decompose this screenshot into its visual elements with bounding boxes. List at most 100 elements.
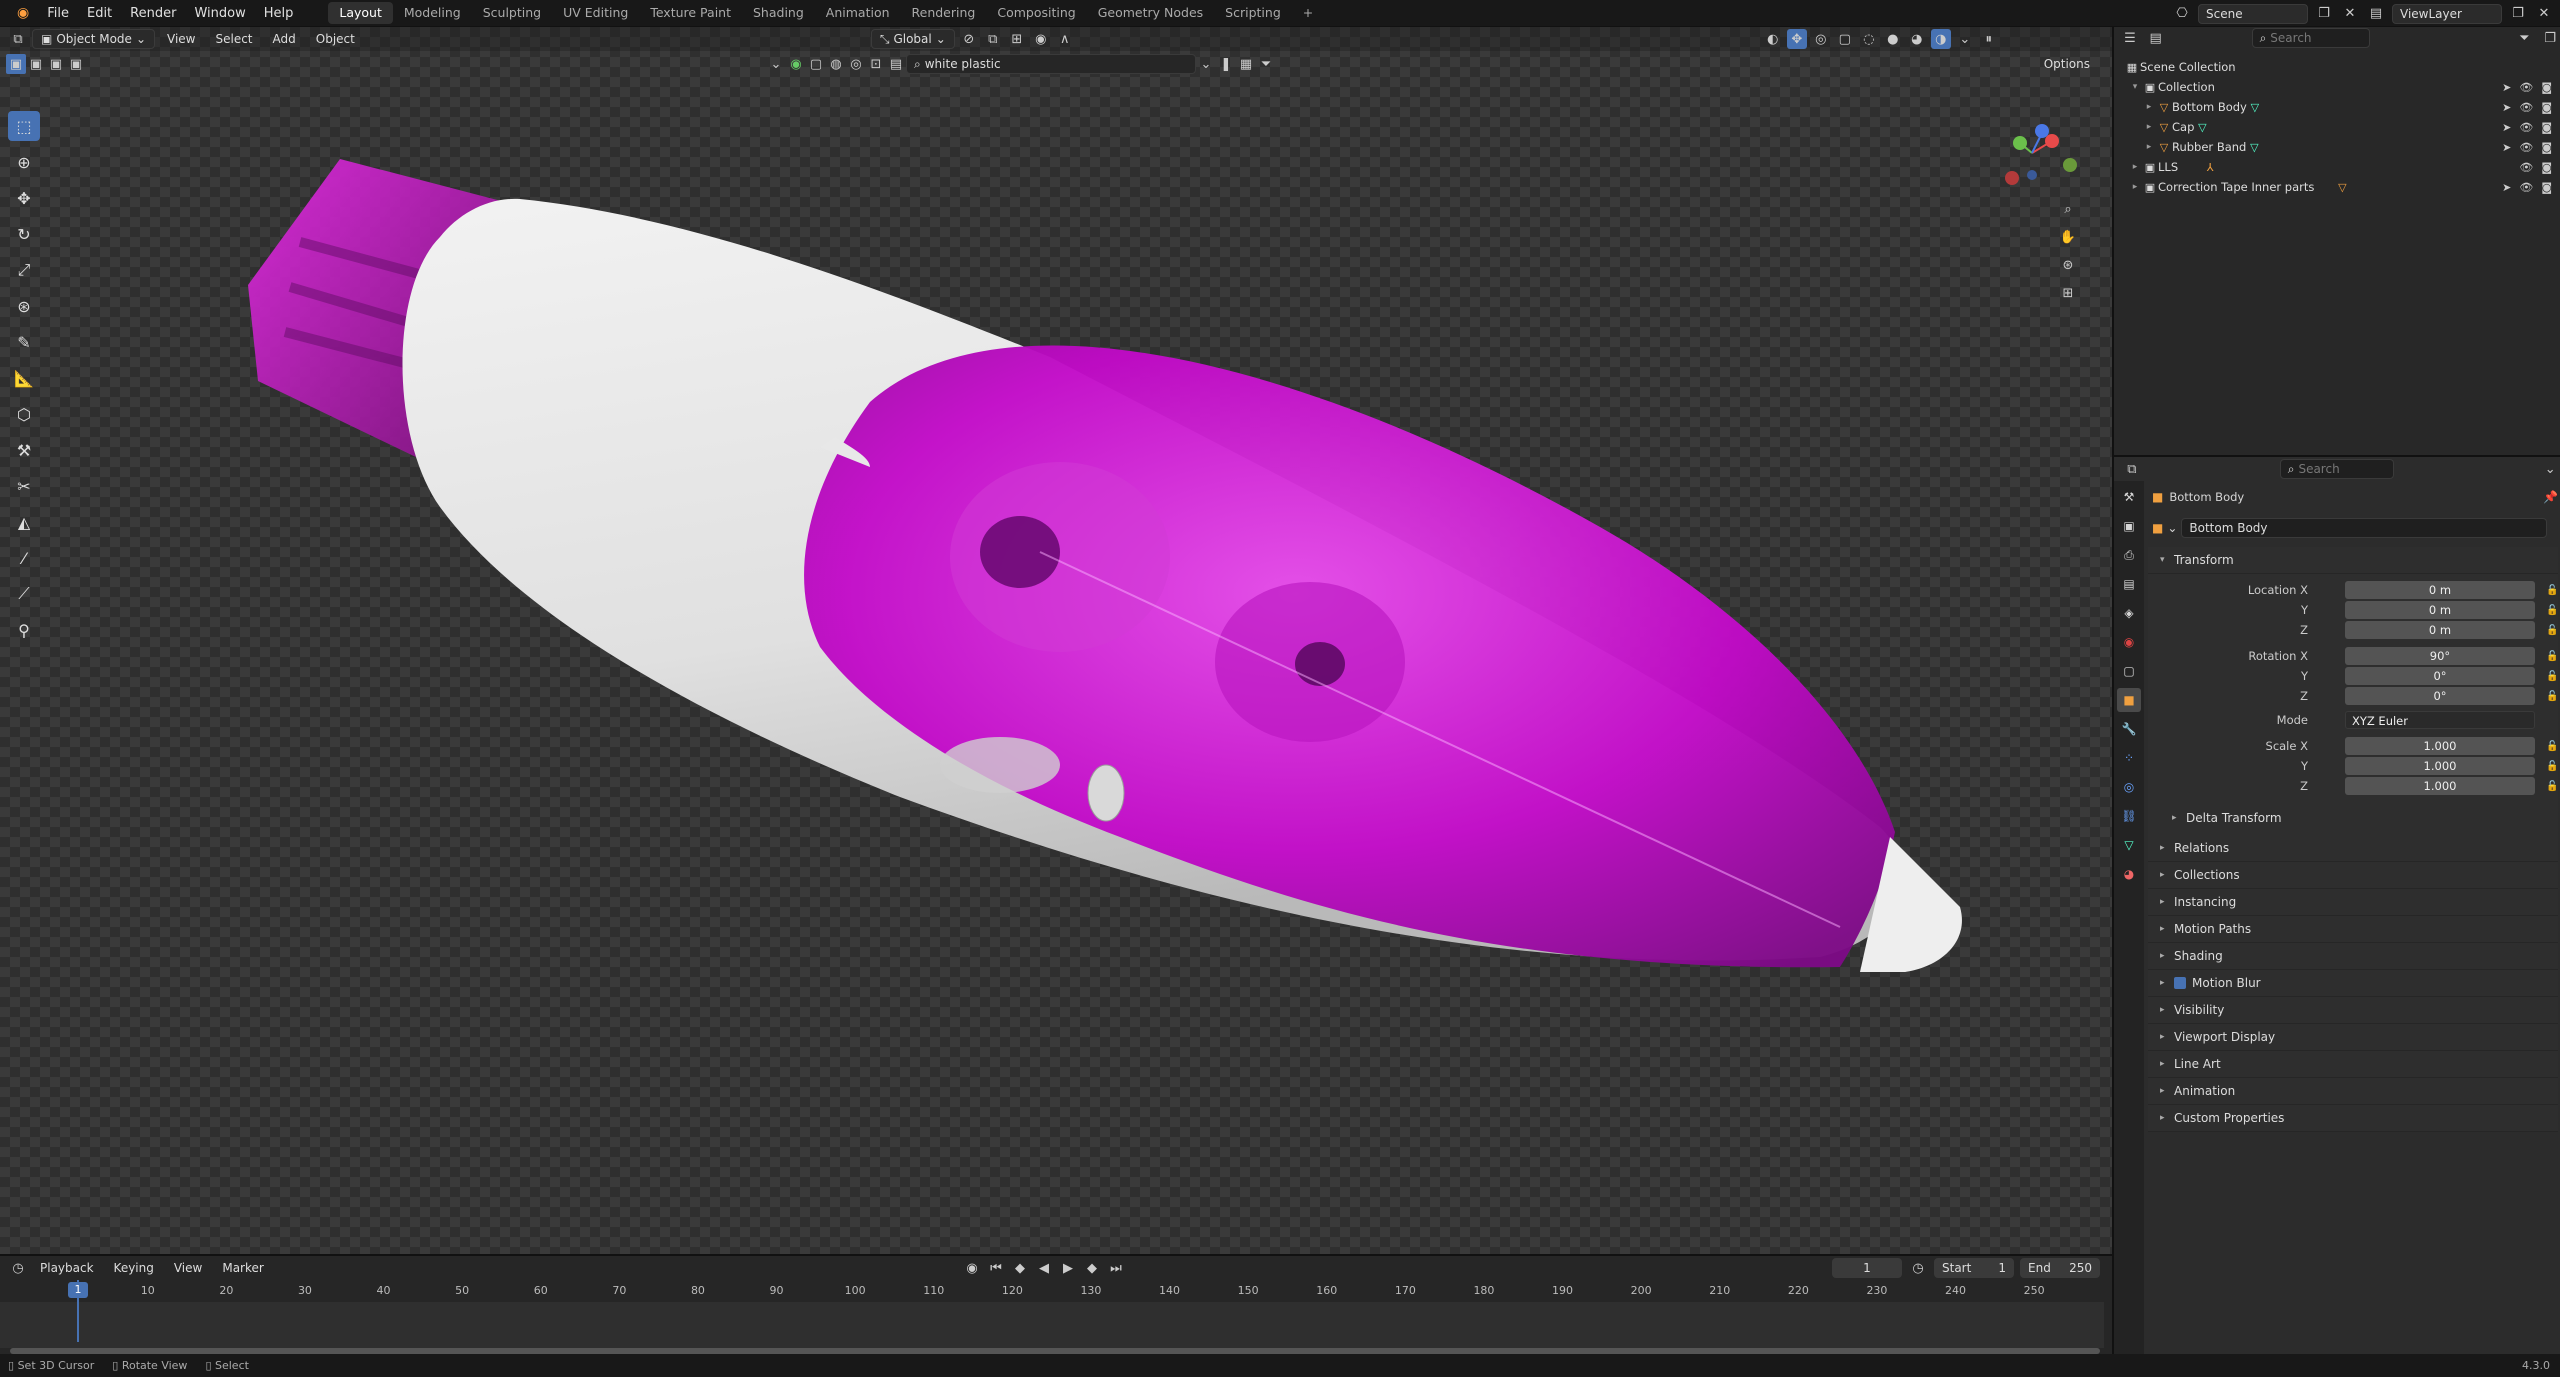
delete-scene-icon[interactable]: ✕ <box>2340 4 2360 24</box>
chevron-right-icon[interactable]: ▸ <box>2142 122 2156 132</box>
panel-shading[interactable]: ▸ Shading <box>2148 943 2558 970</box>
select-arrow-icon[interactable]: ➤ <box>2502 101 2511 114</box>
lock-icon[interactable]: 🔓 <box>2546 691 2558 702</box>
menu-playback[interactable]: Playback <box>32 1257 102 1279</box>
editor-type-icon[interactable]: ☰ <box>2120 28 2140 48</box>
chevron-down-icon[interactable]: ▾ <box>2128 82 2142 92</box>
eye-icon[interactable]: 👁 <box>2519 161 2533 174</box>
panel-motion-blur[interactable]: ▸ Motion Blur <box>2148 970 2558 997</box>
viewlayer-icon[interactable]: ▤ <box>2366 4 2386 24</box>
next-keyframe-icon[interactable]: ◆ <box>1082 1258 1102 1278</box>
chevron-right-icon[interactable]: ▸ <box>2128 162 2142 172</box>
current-frame-field[interactable]: 1 <box>1832 1258 1902 1278</box>
outliner-item-bottom-body[interactable]: ▸ ▽ Bottom Body ▽ ➤ 👁 ◙ <box>2124 97 2560 117</box>
eye-icon[interactable]: 👁 <box>2519 181 2533 194</box>
lock-icon[interactable]: 🔓 <box>2546 741 2558 752</box>
panel-instancing[interactable]: ▸ Instancing <box>2148 889 2558 916</box>
play-reverse-icon[interactable]: ◀ <box>1034 1258 1054 1278</box>
record-icon[interactable]: ◉ <box>962 1258 982 1278</box>
eye-icon[interactable]: 👁 <box>2519 101 2533 114</box>
panel-visibility[interactable]: ▸ Visibility <box>2148 997 2558 1024</box>
tab-scripting[interactable]: Scripting <box>1214 2 1292 24</box>
panel-custom-properties[interactable]: ▸ Custom Properties <box>2148 1105 2558 1132</box>
correction-tape-model[interactable] <box>0 27 2112 1254</box>
data-tab-icon[interactable]: ▽ <box>2117 833 2141 857</box>
rotation-z-field[interactable]: 0° <box>2345 687 2535 705</box>
chevron-right-icon[interactable]: ▸ <box>2128 182 2142 192</box>
motion-blur-checkbox[interactable] <box>2174 977 2186 989</box>
lock-icon[interactable]: 🔓 <box>2546 671 2558 682</box>
location-x-field[interactable]: 0 m <box>2345 581 2535 599</box>
end-frame-field[interactable]: End 250 <box>2020 1258 2100 1278</box>
delete-viewlayer-icon[interactable]: ✕ <box>2534 4 2554 24</box>
prev-keyframe-icon[interactable]: ◆ <box>1010 1258 1030 1278</box>
chevron-right-icon[interactable]: ▸ <box>2142 142 2156 152</box>
filter-icon[interactable]: ⏷ <box>2514 28 2534 48</box>
world-tab-icon[interactable]: ◉ <box>2117 630 2141 654</box>
camera-view-icon[interactable]: ⊛ <box>2058 255 2078 275</box>
menu-help[interactable]: Help <box>255 0 303 27</box>
scale-x-field[interactable]: 1.000 <box>2345 737 2535 755</box>
eye-icon[interactable]: 👁 <box>2519 121 2533 134</box>
modifier-tab-icon[interactable]: 🔧 <box>2117 717 2141 741</box>
lock-icon[interactable]: 🔓 <box>2546 625 2558 636</box>
new-scene-icon[interactable]: ❐ <box>2314 4 2334 24</box>
tab-layout[interactable]: Layout <box>328 2 393 24</box>
play-icon[interactable]: ▶ <box>1058 1258 1078 1278</box>
menu-window[interactable]: Window <box>185 0 254 27</box>
menu-view[interactable]: View <box>166 1257 210 1279</box>
scale-y-field[interactable]: 1.000 <box>2345 757 2535 775</box>
panel-relations[interactable]: ▸ Relations <box>2148 835 2558 862</box>
tab-geometry-nodes[interactable]: Geometry Nodes <box>1087 2 1214 24</box>
panel-viewport-display[interactable]: ▸ Viewport Display <box>2148 1024 2558 1051</box>
tab-shading[interactable]: Shading <box>742 2 815 24</box>
location-z-field[interactable]: 0 m <box>2345 621 2535 639</box>
new-collection-icon[interactable]: ❐ <box>2540 28 2560 48</box>
outliner-item-inner-parts[interactable]: ▸ ▣ Correction Tape Inner parts ▽ ➤ 👁 ◙ <box>2124 177 2560 197</box>
add-workspace-button[interactable]: + <box>1292 2 1324 24</box>
eye-icon[interactable]: 👁 <box>2519 81 2533 94</box>
rotation-mode-dropdown[interactable]: XYZ Euler <box>2345 711 2535 729</box>
new-viewlayer-icon[interactable]: ❐ <box>2508 4 2528 24</box>
menu-marker[interactable]: Marker <box>214 1257 271 1279</box>
tab-animation[interactable]: Animation <box>815 2 901 24</box>
jump-start-icon[interactable]: ⏮ <box>986 1258 1006 1278</box>
camera-icon[interactable]: ◙ <box>2541 141 2552 154</box>
view-layer-tab-icon[interactable]: ▤ <box>2117 572 2141 596</box>
tab-rendering[interactable]: Rendering <box>901 2 987 24</box>
outliner-item-rubber-band[interactable]: ▸ ▽ Rubber Band ▽ ➤ 👁 ◙ <box>2124 137 2560 157</box>
chevron-right-icon[interactable]: ▸ <box>2142 102 2156 112</box>
lock-icon[interactable]: 🔓 <box>2546 651 2558 662</box>
editor-type-icon[interactable]: ◷ <box>8 1258 28 1278</box>
tab-compositing[interactable]: Compositing <box>986 2 1086 24</box>
panel-animation[interactable]: ▸ Animation <box>2148 1078 2558 1105</box>
eye-icon[interactable]: 👁 <box>2519 141 2533 154</box>
collection-tab-icon[interactable]: ▢ <box>2117 659 2141 683</box>
material-tab-icon[interactable]: ◕ <box>2117 862 2141 886</box>
menu-keying[interactable]: Keying <box>106 1257 162 1279</box>
outliner-item-lls[interactable]: ▸ ▣ LLS ⅄ 👁 ◙ <box>2124 157 2560 177</box>
camera-icon[interactable]: ◙ <box>2541 181 2552 194</box>
pan-hand-icon[interactable]: ✋ <box>2058 227 2078 247</box>
object-tab-icon[interactable]: ■ <box>2117 688 2141 712</box>
scene-selector[interactable]: Scene <box>2198 3 2308 24</box>
panel-transform[interactable]: ▾ Transform <box>2148 547 2558 574</box>
chevron-down-icon[interactable]: ⌄ <box>2540 459 2560 479</box>
camera-icon[interactable]: ◙ <box>2541 81 2552 94</box>
lock-icon[interactable]: 🔓 <box>2546 605 2558 616</box>
outliner-item-collection[interactable]: ▾ ▣ Collection ➤ 👁 ◙ <box>2124 77 2560 97</box>
jump-end-icon[interactable]: ⏭ <box>1106 1258 1126 1278</box>
tab-modeling[interactable]: Modeling <box>393 2 472 24</box>
tool-tab-icon[interactable]: ⚒ <box>2117 485 2141 509</box>
outliner-scene-collection[interactable]: ▦ Scene Collection <box>2124 57 2560 77</box>
playhead-frame[interactable]: 1 <box>68 1282 88 1298</box>
select-arrow-icon[interactable]: ➤ <box>2502 181 2511 194</box>
camera-icon[interactable]: ◙ <box>2541 101 2552 114</box>
navigation-gizmo[interactable]: ⌕ ✋ ⊛ ⊞ <box>1992 103 2092 333</box>
perspective-grid-icon[interactable]: ⊞ <box>2058 283 2078 303</box>
tab-sculpting[interactable]: Sculpting <box>472 2 552 24</box>
panel-motion-paths[interactable]: ▸ Motion Paths <box>2148 916 2558 943</box>
outliner-search-field[interactable]: ⌕ Search <box>2251 28 2371 48</box>
constraints-tab-icon[interactable]: ⛓ <box>2117 804 2141 828</box>
select-arrow-icon[interactable]: ➤ <box>2502 121 2511 134</box>
